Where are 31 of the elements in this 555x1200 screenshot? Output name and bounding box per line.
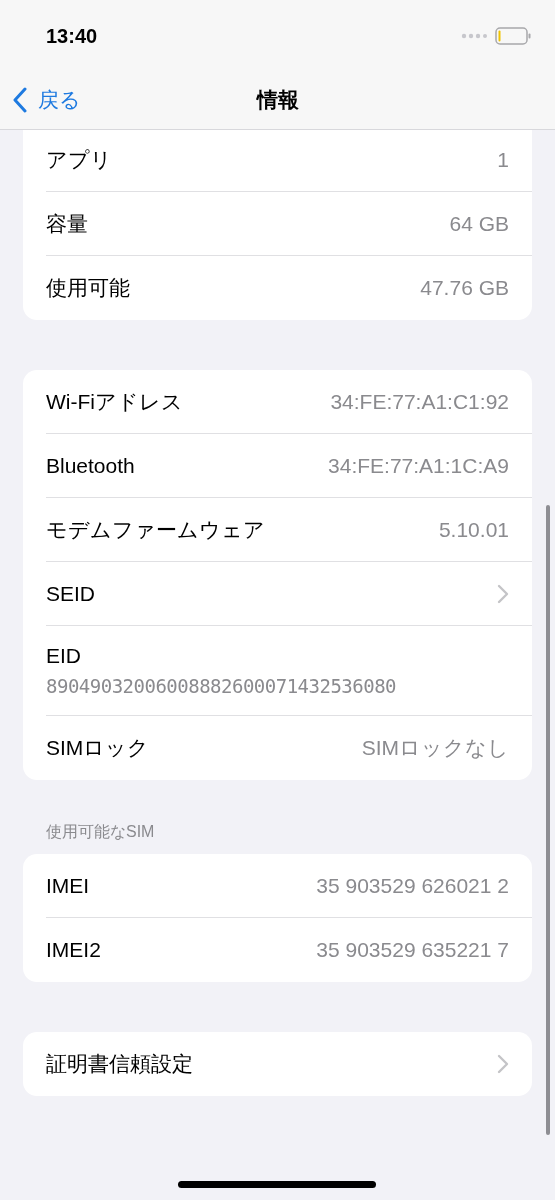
chevron-icon	[497, 583, 509, 604]
row-label: IMEI2	[46, 937, 101, 964]
list-item[interactable]: 証明書信頼設定	[46, 1032, 532, 1096]
row-value: SIMロックなし	[361, 735, 509, 762]
chevron-icon	[497, 1054, 509, 1074]
row-value: 5.10.01	[438, 516, 509, 543]
back-button[interactable]: 戻る	[12, 84, 81, 116]
row-label: SIMロック	[46, 735, 150, 762]
row-label: Wi-Fiアドレス	[46, 388, 183, 415]
back-chevron-icon	[12, 86, 28, 113]
battery-icon	[495, 27, 531, 45]
signal-icon	[461, 33, 487, 39]
row-label: 使用可能	[46, 275, 130, 302]
row-label: Bluetooth	[46, 452, 135, 479]
nav-title: 情報	[256, 86, 299, 113]
status-time: 13:40	[46, 24, 98, 49]
list-item[interactable]: SEID	[46, 562, 532, 626]
row-value: 89049032006008882600071432536080	[46, 673, 398, 699]
row-label: EID	[46, 642, 82, 669]
row-value: 34:FE:77:A1:C1:92	[330, 388, 509, 415]
row-label: アプリ	[46, 146, 112, 173]
row-value: 35 903529 626021 2	[316, 872, 509, 899]
row-value: 1	[497, 146, 509, 173]
row-value: 35 903529 635221 7	[316, 937, 509, 964]
row-label: 容量	[46, 210, 88, 237]
row-label: IMEI	[46, 872, 90, 899]
section-header: 使用可能なSIM	[46, 822, 156, 842]
row-value: 64 GB	[449, 210, 509, 237]
row-value: 47.76 GB	[420, 275, 509, 302]
row-value: 34:FE:77:A1:1C:A9	[328, 452, 509, 479]
row-label: モデムファームウェア	[46, 516, 265, 543]
